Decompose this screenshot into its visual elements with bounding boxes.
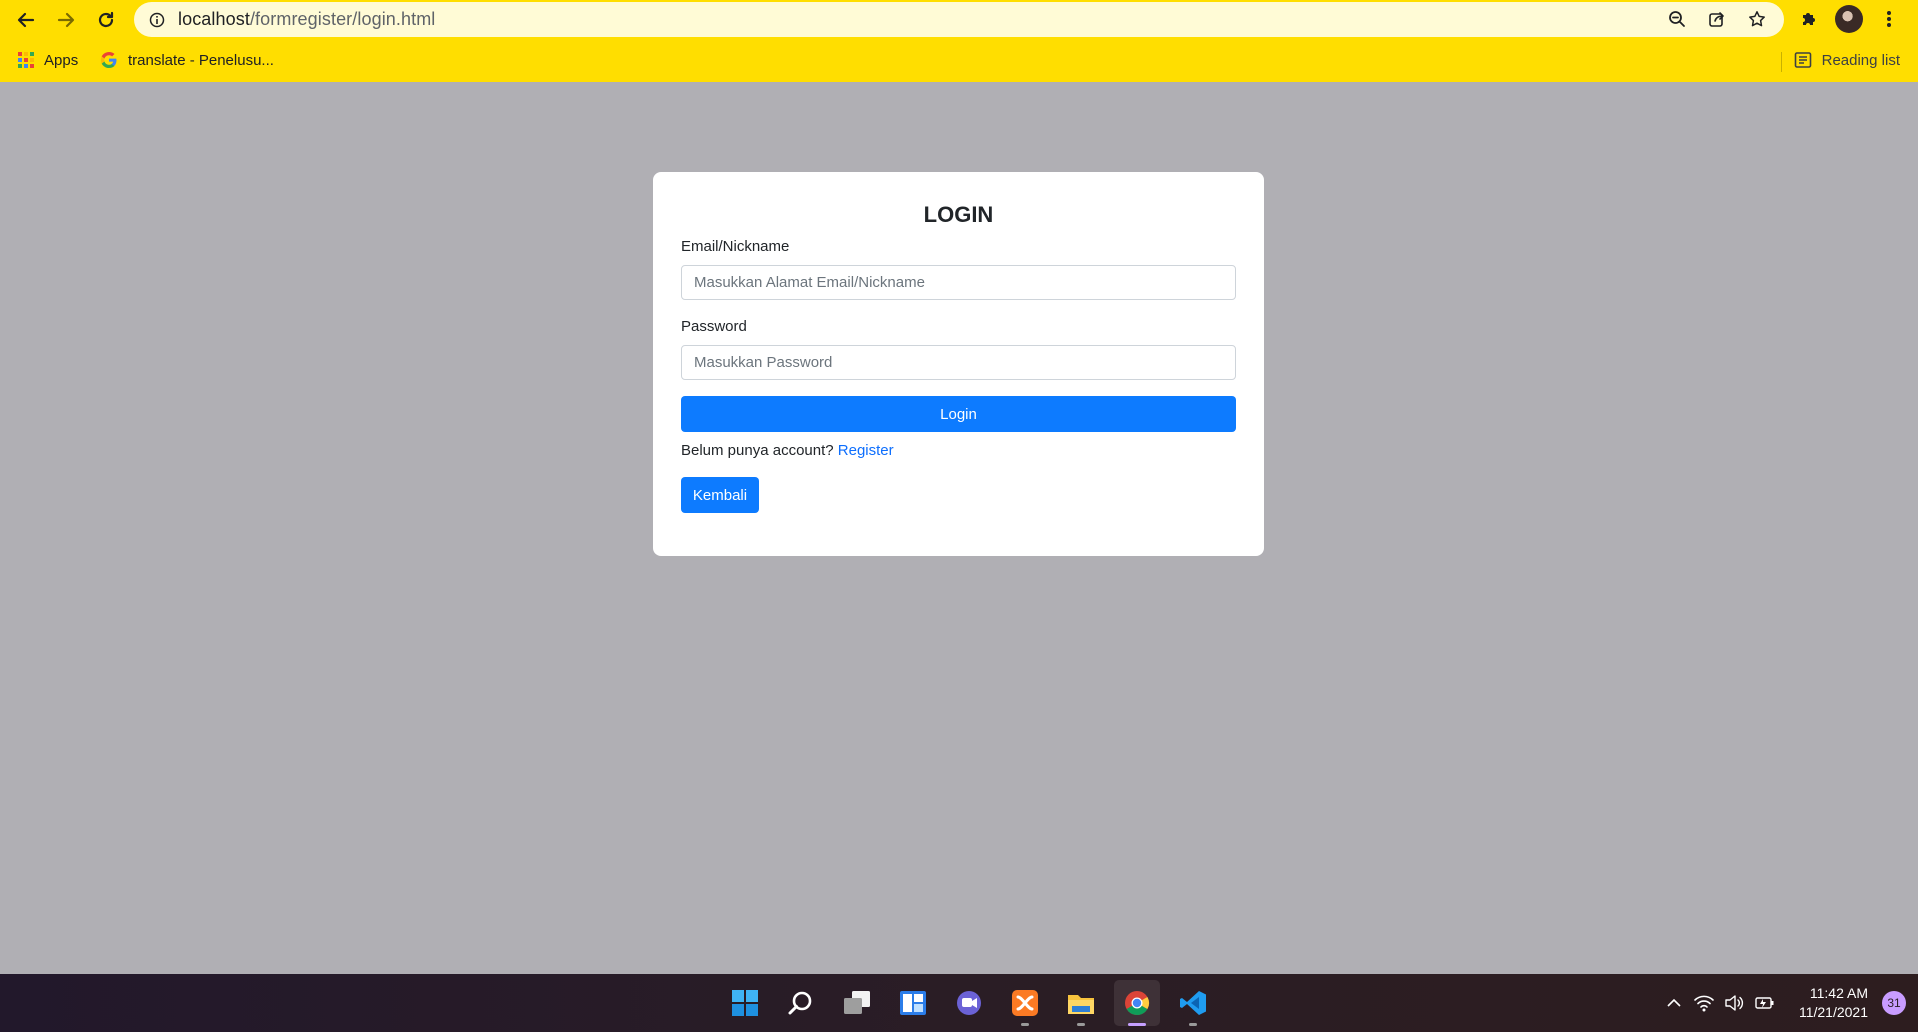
- reload-button[interactable]: [92, 6, 120, 34]
- reading-list-button[interactable]: Reading list: [1794, 48, 1900, 72]
- vs-code-icon[interactable]: [1170, 980, 1216, 1026]
- bookmark-apps[interactable]: Apps: [18, 48, 78, 72]
- email-field[interactable]: [681, 265, 1236, 300]
- email-label: Email/Nickname: [681, 238, 790, 255]
- windows-taskbar: 11:42 AM 11/21/2021 31: [0, 974, 1918, 1032]
- extensions-puzzle-icon[interactable]: [1795, 4, 1823, 34]
- reload-icon: [98, 11, 114, 28]
- taskbar-apps: [722, 980, 1216, 1026]
- browser-right-actions: [1795, 4, 1903, 34]
- back-button[interactable]: [12, 6, 40, 34]
- wifi-icon[interactable]: [1691, 990, 1717, 1016]
- bookmark-apps-label: Apps: [44, 51, 79, 69]
- url-text[interactable]: localhost/formregister/login.html: [178, 9, 435, 30]
- url-path: /formregister/login.html: [249, 9, 436, 29]
- bookmark-translate[interactable]: translate - Penelusu...: [100, 48, 274, 72]
- clock-date: 11/21/2021: [1798, 1004, 1868, 1020]
- address-bar[interactable]: localhost/formregister/login.html: [134, 2, 1784, 37]
- zoom-icon[interactable]: [1664, 6, 1690, 32]
- forward-arrow-icon: [57, 12, 75, 28]
- reading-list-icon: [1794, 52, 1811, 68]
- forward-button[interactable]: [52, 6, 80, 34]
- volume-icon[interactable]: [1721, 990, 1747, 1016]
- info-icon[interactable]: [146, 9, 168, 31]
- browser-chrome: localhost/formregister/login.html Apps t…: [0, 0, 1918, 82]
- battery-icon[interactable]: [1751, 990, 1777, 1016]
- bookmarks-divider: [1781, 52, 1782, 72]
- bookmark-translate-label: translate - Penelusu...: [128, 51, 274, 69]
- url-host: localhost: [178, 9, 250, 29]
- apps-grid-icon: [18, 52, 34, 68]
- browser-toolbar: localhost/formregister/login.html: [0, 0, 1918, 40]
- password-field[interactable]: [681, 345, 1236, 380]
- star-icon[interactable]: [1744, 6, 1770, 32]
- teams-chat-icon[interactable]: [946, 980, 992, 1026]
- clock[interactable]: 11:42 AM 11/21/2021: [1799, 984, 1868, 1022]
- register-link[interactable]: Register: [838, 442, 894, 459]
- reading-list-label: Reading list: [1821, 51, 1900, 69]
- system-tray: 11:42 AM 11/21/2021 31: [1661, 974, 1918, 1032]
- chrome-icon[interactable]: [1114, 980, 1160, 1026]
- chevron-up-icon[interactable]: [1661, 990, 1687, 1016]
- windows-start-icon[interactable]: [722, 980, 768, 1026]
- running-indicator: [1189, 1023, 1197, 1026]
- password-label: Password: [681, 318, 747, 335]
- back-arrow-icon: [17, 12, 35, 28]
- profile-avatar[interactable]: [1835, 4, 1863, 34]
- task-view-icon[interactable]: [834, 980, 880, 1026]
- clock-time: 11:42 AM: [1809, 985, 1868, 1001]
- google-g-icon: [100, 52, 117, 68]
- login-card: LOGIN Email/Nickname Password Login Belu…: [653, 172, 1264, 556]
- register-prompt: Belum punya account?: [681, 442, 834, 459]
- search-icon[interactable]: [778, 980, 824, 1026]
- login-title: LOGIN: [923, 202, 994, 227]
- share-icon[interactable]: [1704, 6, 1730, 32]
- xampp-icon[interactable]: [1002, 980, 1048, 1026]
- bookmarks-bar: Apps translate - Penelusu... Reading lis…: [0, 44, 1918, 76]
- running-indicator: [1077, 1023, 1085, 1026]
- file-explorer-icon[interactable]: [1058, 980, 1104, 1026]
- widgets-icon[interactable]: [890, 980, 936, 1026]
- running-indicator: [1021, 1023, 1029, 1026]
- active-indicator: [1128, 1023, 1146, 1026]
- back-button-kembali[interactable]: Kembali: [681, 477, 759, 513]
- more-vert-icon[interactable]: [1875, 4, 1903, 34]
- notification-badge[interactable]: 31: [1882, 991, 1906, 1015]
- login-button[interactable]: Login: [681, 396, 1236, 432]
- register-prompt-line: Belum punya account? Register: [681, 442, 894, 459]
- omnibox-actions: [1664, 6, 1770, 32]
